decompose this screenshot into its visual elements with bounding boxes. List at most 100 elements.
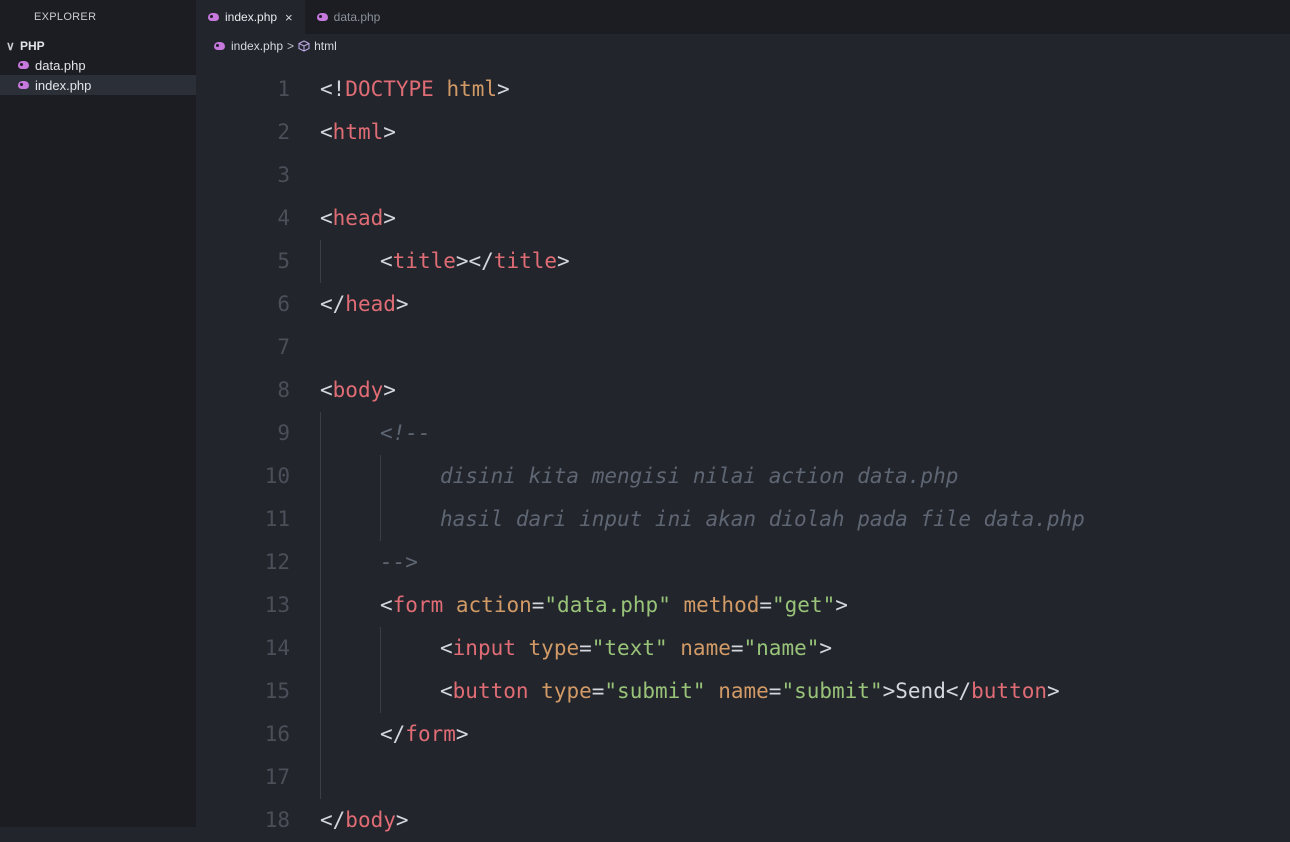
- file-item-index-php[interactable]: index.php: [0, 75, 196, 95]
- code-line[interactable]: 6 </head>: [196, 283, 1290, 326]
- code-token: <: [440, 636, 453, 660]
- code-token: body: [332, 378, 384, 402]
- file-label: index.php: [35, 77, 92, 93]
- code-text: </head>: [320, 283, 409, 326]
- code-token: name: [680, 636, 731, 660]
- line-number: 11: [264, 507, 290, 531]
- code-token: =: [768, 679, 782, 703]
- code-line[interactable]: 3: [196, 154, 1290, 197]
- close-icon[interactable]: ×: [285, 10, 293, 25]
- line-number: 1: [277, 77, 290, 101]
- code-token: >: [557, 249, 570, 273]
- code-token: ></: [455, 249, 494, 273]
- code-line[interactable]: 13 <form action="data.php" method="get">: [196, 584, 1290, 627]
- code-line[interactable]: 11 hasil dari input ini akan diolah pada …: [196, 498, 1290, 541]
- code-token: "submit": [781, 679, 883, 703]
- indent-guide: [380, 627, 381, 713]
- tab-label: index.php: [225, 10, 278, 24]
- line-number: 14: [264, 636, 290, 660]
- code-token: >: [497, 77, 510, 101]
- code-token: hasil dari input ini akan diolah pada fi…: [440, 507, 1085, 531]
- code-token: head: [345, 292, 396, 316]
- code-text: <body>: [320, 369, 396, 412]
- line-number: 17: [264, 765, 290, 789]
- code-text: </body>: [320, 799, 409, 842]
- tab-data-php[interactable]: data.php: [305, 0, 393, 34]
- php-icon: [208, 13, 219, 21]
- code-token: input: [452, 636, 516, 660]
- indent-guide: [320, 240, 321, 283]
- code-line[interactable]: 9 <!--: [196, 412, 1290, 455]
- code-text: hasil dari input ini akan diolah pada fi…: [440, 498, 1085, 541]
- code-token: form: [392, 593, 444, 617]
- code-token: =: [759, 593, 773, 617]
- code-token: title: [493, 249, 558, 273]
- line-number: 4: [277, 206, 290, 230]
- code-token: >: [395, 808, 409, 832]
- code-token: title: [392, 249, 456, 273]
- file-item-data-php[interactable]: data.php: [0, 55, 196, 75]
- code-text: <input type="text" name="name">: [440, 627, 832, 670]
- code-token: Send: [895, 679, 946, 703]
- code-token: =: [591, 679, 605, 703]
- line-number: 9: [277, 421, 290, 445]
- tab-index-php[interactable]: index.php ×: [196, 0, 305, 34]
- code-token: =: [730, 636, 744, 660]
- symbol-cube-icon: [298, 40, 310, 52]
- code-line[interactable]: 17: [196, 756, 1290, 799]
- code-token: </: [320, 808, 346, 832]
- code-text: <button type="submit" name="submit">Send…: [440, 670, 1060, 713]
- code-token: >: [882, 679, 896, 703]
- code-token: <!: [320, 77, 346, 101]
- line-number: 3: [277, 163, 290, 187]
- code-line[interactable]: 2 <html>: [196, 111, 1290, 154]
- code-token: disini kita mengisi nilai action data.ph…: [440, 464, 959, 488]
- code-token: >: [383, 206, 396, 230]
- code-line[interactable]: 14 <input type="text" name="name">: [196, 627, 1290, 670]
- php-icon: [18, 81, 29, 89]
- code-token: head: [332, 206, 384, 230]
- breadcrumb-file[interactable]: index.php: [231, 39, 283, 53]
- code-line[interactable]: 4 <head>: [196, 197, 1290, 240]
- code-token: >: [819, 636, 833, 660]
- folder-php[interactable]: ∨ PHP: [0, 37, 196, 55]
- code-token: </: [380, 722, 406, 746]
- code-token: body: [345, 808, 396, 832]
- code-token: "text": [591, 636, 668, 660]
- line-number: 10: [264, 464, 290, 488]
- code-token: "get": [772, 593, 836, 617]
- code-token: type: [528, 636, 580, 660]
- code-line[interactable]: 10 disini kita mengisi nilai action data.…: [196, 455, 1290, 498]
- code-line[interactable]: 8 <body>: [196, 369, 1290, 412]
- code-token: button: [971, 679, 1047, 703]
- code-token: html: [446, 77, 498, 101]
- code-line[interactable]: 18 </body>: [196, 799, 1290, 842]
- code-line[interactable]: 1 <!DOCTYPE html>: [196, 68, 1290, 111]
- line-number: 5: [277, 249, 290, 273]
- indent-guide: [320, 756, 321, 799]
- breadcrumb-symbol[interactable]: html: [314, 39, 337, 53]
- code-line[interactable]: 12 -->: [196, 541, 1290, 584]
- code-token: <: [320, 378, 333, 402]
- code-editor[interactable]: 1 <!DOCTYPE html> 2 <html> 3 4 <head> 5 <title><…: [196, 58, 1290, 832]
- code-line[interactable]: 16 </form>: [196, 713, 1290, 756]
- code-text: disini kita mengisi nilai action data.ph…: [440, 455, 958, 498]
- php-icon: [316, 13, 328, 21]
- code-token: action: [455, 593, 532, 617]
- code-token: button: [452, 679, 529, 703]
- indent-guide: [320, 412, 321, 756]
- code-line[interactable]: 5 <title></title>: [196, 240, 1290, 283]
- code-token: >: [455, 722, 469, 746]
- code-token: -->: [380, 550, 418, 574]
- code-token: >: [383, 378, 396, 402]
- code-token: name: [718, 679, 769, 703]
- code-token: <!--: [380, 421, 431, 445]
- code-line[interactable]: 15 <button type="submit" name="submit">Se…: [196, 670, 1290, 713]
- code-line[interactable]: 7: [196, 326, 1290, 369]
- code-text: <form action="data.php" method="get">: [380, 584, 848, 627]
